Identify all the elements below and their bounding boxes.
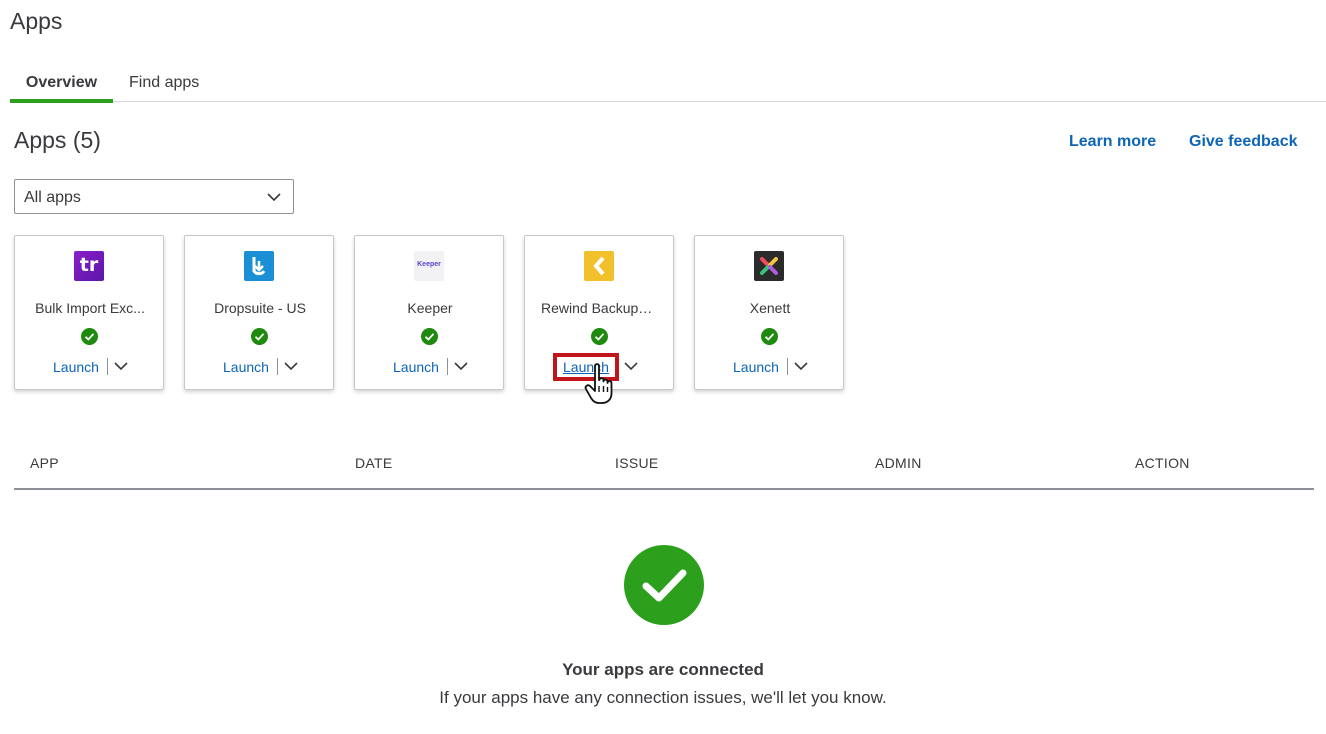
app-name: Keeper: [407, 300, 453, 316]
chevron-down-icon[interactable]: [453, 358, 469, 374]
learn-more-link[interactable]: Learn more: [1069, 133, 1156, 151]
keeper-logo-icon: Keeper: [414, 251, 444, 281]
xenett-logo-icon: [754, 251, 784, 281]
connected-check-icon: [251, 328, 268, 345]
apps-filter-value: All apps: [24, 189, 81, 206]
tab-bar: Overview Find apps: [10, 60, 1326, 103]
chevron-down-icon[interactable]: [623, 358, 639, 374]
divider: [277, 358, 278, 375]
chevron-down-icon: [267, 193, 281, 202]
launch-button[interactable]: Launch: [733, 359, 779, 375]
app-card-dropsuite: Dropsuite - US Launch: [184, 235, 334, 390]
app-card-xenett: Xenett Launch: [694, 235, 844, 390]
column-header-issue[interactable]: ISSUE: [615, 455, 659, 471]
divider: [447, 358, 448, 375]
chevron-down-icon[interactable]: [283, 358, 299, 374]
chevron-down-icon[interactable]: [113, 358, 129, 374]
column-header-date[interactable]: DATE: [355, 455, 393, 471]
app-card-rewind-backups: Rewind Backups ... Launch: [524, 235, 674, 390]
connected-check-icon: [81, 328, 98, 345]
success-check-icon: [624, 545, 704, 625]
column-header-admin[interactable]: ADMIN: [875, 455, 922, 471]
connected-check-icon: [761, 328, 778, 345]
column-header-action: ACTION: [1135, 455, 1190, 471]
highlighted-launch-button[interactable]: Launch: [553, 353, 619, 381]
launch-button[interactable]: Launch: [393, 359, 439, 375]
apps-filter-select[interactable]: All apps: [14, 179, 294, 214]
give-feedback-link[interactable]: Give feedback: [1189, 133, 1298, 151]
dropsuite-logo-icon: [244, 251, 274, 281]
apps-count-title: Apps (5): [14, 127, 101, 153]
tab-find-apps[interactable]: Find apps: [129, 60, 209, 102]
bulk-import-logo-icon: tr: [74, 251, 104, 281]
app-card-bulk-import: tr Bulk Import Exc... Launch: [14, 235, 164, 390]
launch-button[interactable]: Launch: [223, 359, 269, 375]
chevron-down-icon[interactable]: [793, 358, 809, 374]
rewind-logo-icon: [584, 251, 614, 281]
connected-check-icon: [421, 328, 438, 345]
empty-state-message: If your apps have any connection issues,…: [439, 688, 887, 707]
column-header-app[interactable]: APP: [30, 455, 59, 471]
launch-button[interactable]: Launch: [563, 359, 609, 375]
app-card-keeper: Keeper Keeper Launch: [354, 235, 504, 390]
launch-button[interactable]: Launch: [53, 359, 99, 375]
page-title: Apps: [10, 8, 63, 34]
app-name: Dropsuite - US: [214, 300, 306, 316]
app-name: Rewind Backups ...: [541, 300, 661, 316]
tab-overview[interactable]: Overview: [10, 60, 113, 103]
app-name: Xenett: [749, 300, 791, 316]
empty-state-title: Your apps are connected: [562, 660, 764, 679]
issues-table-header: APP DATE ISSUE ADMIN ACTION: [14, 440, 1314, 490]
connected-check-icon: [591, 328, 608, 345]
divider: [107, 358, 108, 375]
divider: [787, 358, 788, 375]
app-name: Bulk Import Exc...: [35, 300, 145, 316]
